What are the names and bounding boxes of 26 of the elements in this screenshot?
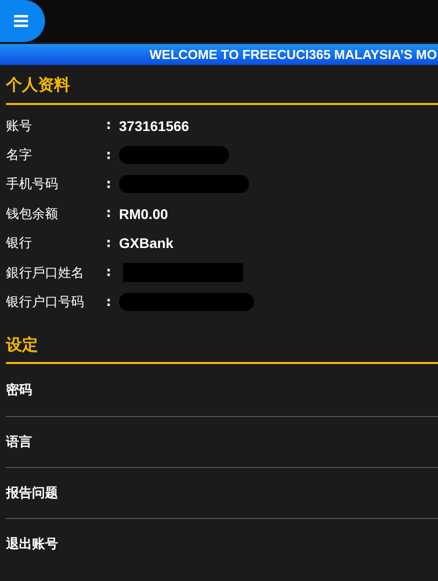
field-label: 账号 (6, 118, 33, 135)
colon: : (106, 118, 112, 134)
field-label: 银行 (6, 235, 33, 252)
settings-menu-item[interactable]: 退出账号 (6, 534, 58, 553)
colon: : (106, 294, 112, 310)
settings-menu-item[interactable]: 报告问题 (6, 484, 58, 502)
field-value: GXBank (119, 235, 174, 252)
colon: : (106, 265, 112, 280)
menu-icon (14, 15, 28, 27)
field-label: 银行户口号码 (6, 294, 85, 312)
field-value: RM0.00 (119, 206, 168, 222)
field-label: 名字 (6, 147, 33, 164)
menu-button[interactable] (0, 0, 45, 42)
field-label: 钱包余额 (6, 206, 59, 223)
field-label: 手机号码 (6, 176, 59, 194)
colon: : (106, 176, 112, 192)
field-value: 373161566 (119, 118, 190, 134)
announcement-text: WELCOME TO FREECUCI365 MALAYSIA’S MO (150, 47, 438, 62)
settings-menu-item[interactable]: 语言 (6, 432, 32, 451)
colon: : (106, 236, 112, 251)
colon: : (106, 206, 112, 222)
section-title: 个人资料 (6, 75, 71, 95)
settings-menu-item[interactable]: 密码 (6, 380, 32, 399)
section-title: 设定 (6, 334, 39, 355)
colon: : (106, 148, 112, 163)
field-label: 銀行戶口姓名 (6, 264, 85, 282)
